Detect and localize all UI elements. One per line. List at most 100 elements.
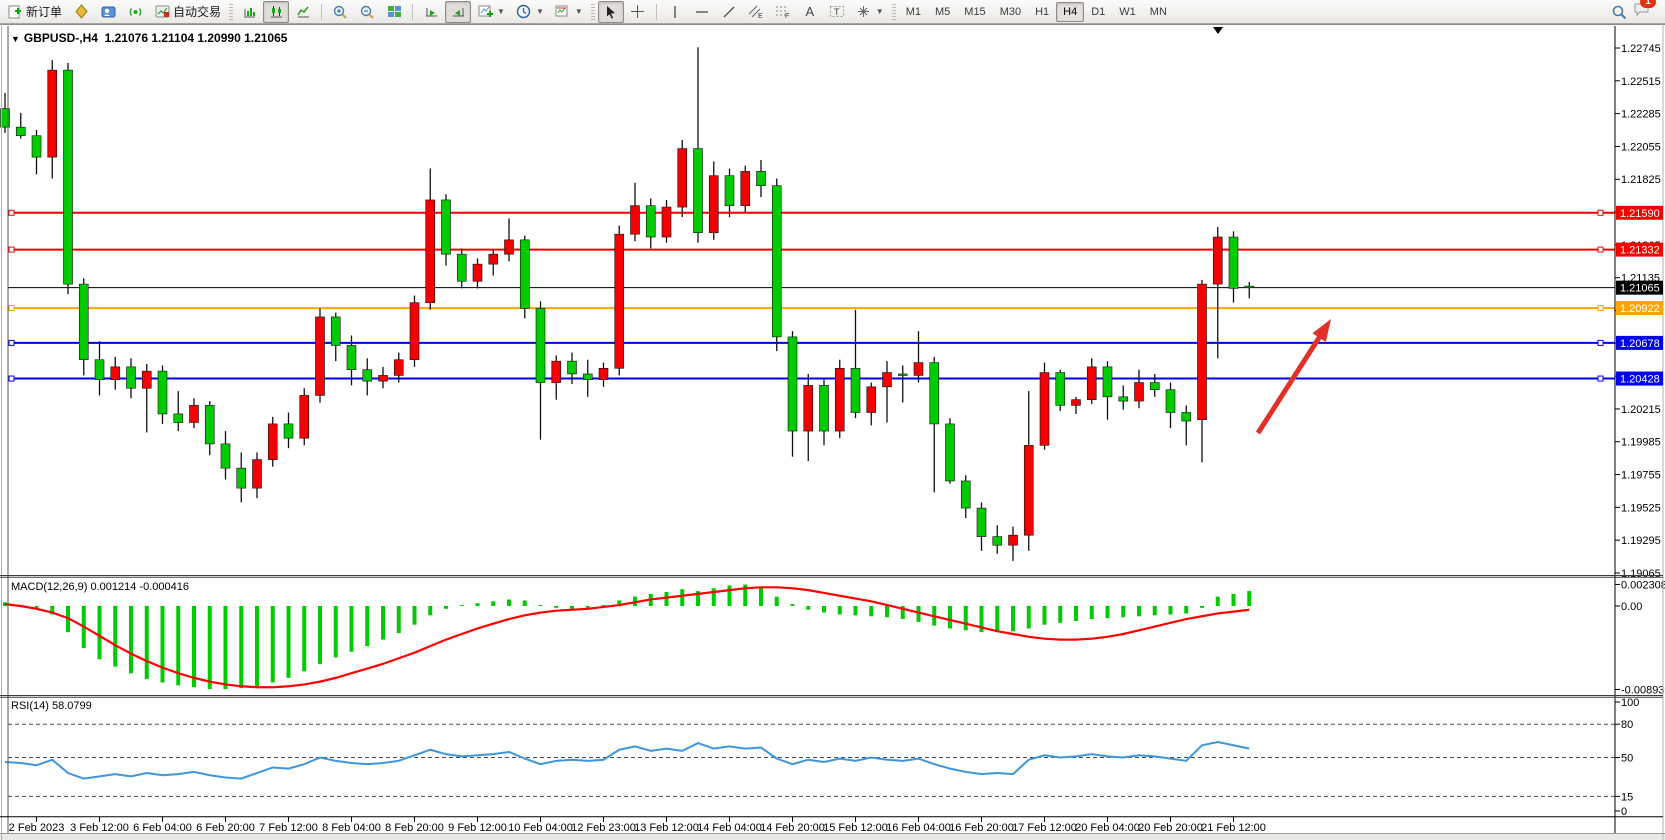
price-axis-tick-label: 1.22745 [1621, 43, 1661, 55]
candle-body [1119, 397, 1128, 401]
timeframe-button-M1[interactable]: M1 [899, 2, 928, 22]
time-axis-label: 3 Feb 12:00 [70, 822, 129, 834]
candle-body [1009, 535, 1018, 545]
signals-button[interactable] [122, 1, 148, 23]
time-axis-label: 8 Feb 20:00 [385, 822, 444, 834]
candle-body [1182, 413, 1191, 422]
crosshair-tool-button[interactable] [625, 1, 651, 23]
time-axis-label: 6 Feb 20:00 [196, 822, 255, 834]
autotrading-button[interactable]: 自动交易 [149, 1, 226, 23]
new-order-icon [7, 4, 23, 20]
text-tool-button[interactable]: A [797, 1, 823, 23]
candle-body [835, 368, 844, 431]
templates-button[interactable]: ▼ [550, 1, 588, 23]
zoom-out-icon [359, 4, 375, 20]
cursor-tool-button[interactable] [598, 1, 624, 23]
market-watch-button[interactable] [68, 1, 94, 23]
toolbar-grip [892, 4, 896, 20]
candle-body [1103, 367, 1112, 397]
zoom-out-button[interactable] [354, 1, 380, 23]
candle-body [1072, 400, 1081, 406]
candle-body [79, 284, 88, 360]
chat-button[interactable]: 1 [1633, 1, 1649, 22]
timeframe-button-D1[interactable]: D1 [1084, 2, 1112, 22]
timeframe-button-W1[interactable]: W1 [1112, 2, 1143, 22]
price-axis-tick-label: 1.22285 [1621, 109, 1661, 121]
line-handle[interactable] [1598, 210, 1603, 215]
line-handle[interactable] [9, 210, 14, 215]
new-order-label: 新订单 [26, 3, 62, 20]
candle-body [788, 337, 797, 431]
vertical-line-tool-button[interactable] [662, 1, 688, 23]
bars-chart-button[interactable] [236, 1, 262, 23]
time-axis-label: 15 Feb 12:00 [823, 822, 888, 834]
line-handle[interactable] [9, 306, 14, 311]
chart-shift-button[interactable] [445, 1, 471, 23]
zoom-in-button[interactable] [327, 1, 353, 23]
candle-body [253, 460, 262, 489]
text-label-icon: T [829, 4, 845, 20]
macd-axis-label: -0.008939 [1621, 684, 1665, 696]
candle-body [883, 373, 892, 387]
time-axis-label: 2 Feb 2023 [9, 822, 65, 834]
notification-badge: 1 [1640, 0, 1656, 8]
trendline-tool-button[interactable] [716, 1, 742, 23]
price-line-label-text: 1.20428 [1620, 374, 1660, 386]
line-handle[interactable] [9, 247, 14, 252]
candle-body [394, 360, 403, 376]
new-order-button[interactable]: 新订单 [2, 1, 67, 23]
time-axis-label: 14 Feb 20:00 [760, 822, 825, 834]
dropdown-caret-icon: ▼ [876, 7, 884, 16]
candle-body [221, 444, 230, 468]
dropdown-caret-icon: ▼ [536, 7, 544, 16]
mql5-community-button[interactable] [95, 1, 121, 23]
candlestick-chart-button[interactable] [263, 1, 289, 23]
candle-body [583, 374, 592, 380]
horizontal-line-tool-button[interactable] [689, 1, 715, 23]
tile-windows-button[interactable] [381, 1, 407, 23]
candle-body [631, 206, 640, 235]
price-axis-tick-label: 1.19065 [1621, 568, 1661, 580]
candle-body [32, 136, 41, 157]
timeframe-button-H1[interactable]: H1 [1028, 2, 1056, 22]
cursor-icon [603, 4, 619, 20]
fibonacci-tool-button[interactable]: F [770, 1, 796, 23]
line-handle[interactable] [1598, 247, 1603, 252]
candle [1040, 363, 1049, 450]
line-handle[interactable] [1598, 340, 1603, 345]
dropdown-caret-icon: ▼ [497, 7, 505, 16]
equidistant-channel-tool-button[interactable]: E [743, 1, 769, 23]
line-handle[interactable] [1598, 306, 1603, 311]
periods-button[interactable]: ▼ [511, 1, 549, 23]
candle-body [520, 240, 529, 308]
shapes-tool-button[interactable]: ▼ [851, 1, 889, 23]
time-axis-label: 20 Feb 20:00 [1138, 822, 1203, 834]
timeframe-button-MN[interactable]: MN [1143, 2, 1174, 22]
timeframe-button-M5[interactable]: M5 [928, 2, 957, 22]
price-axis-tick-label: 1.22055 [1621, 141, 1661, 153]
timeframe-button-M30[interactable]: M30 [993, 2, 1028, 22]
new-chart-button[interactable]: ▼ [472, 1, 510, 23]
auto-scroll-button[interactable] [418, 1, 444, 23]
timeframe-button-H4[interactable]: H4 [1056, 2, 1084, 22]
candle-body [1198, 284, 1207, 420]
candle-body [552, 361, 561, 382]
candle-body [678, 149, 687, 207]
line-chart-button[interactable] [290, 1, 316, 23]
text-icon: A [802, 4, 818, 20]
svg-text:E: E [758, 13, 763, 19]
candle-body [379, 375, 388, 381]
svg-text:F: F [785, 13, 789, 19]
candle [268, 417, 277, 467]
price-line-label-text: 1.21332 [1620, 245, 1660, 257]
rsi-axis-label: 100 [1621, 697, 1639, 709]
search-button[interactable] [1606, 1, 1632, 23]
timeframe-button-M15[interactable]: M15 [957, 2, 992, 22]
candle-body [300, 395, 309, 438]
text-label-tool-button[interactable]: T [824, 1, 850, 23]
line-handle[interactable] [9, 340, 14, 345]
chart-canvas[interactable]: 1.227451.225151.222851.220551.218251.215… [0, 0, 1665, 840]
candle [946, 418, 955, 484]
line-handle[interactable] [1598, 376, 1603, 381]
line-handle[interactable] [9, 376, 14, 381]
